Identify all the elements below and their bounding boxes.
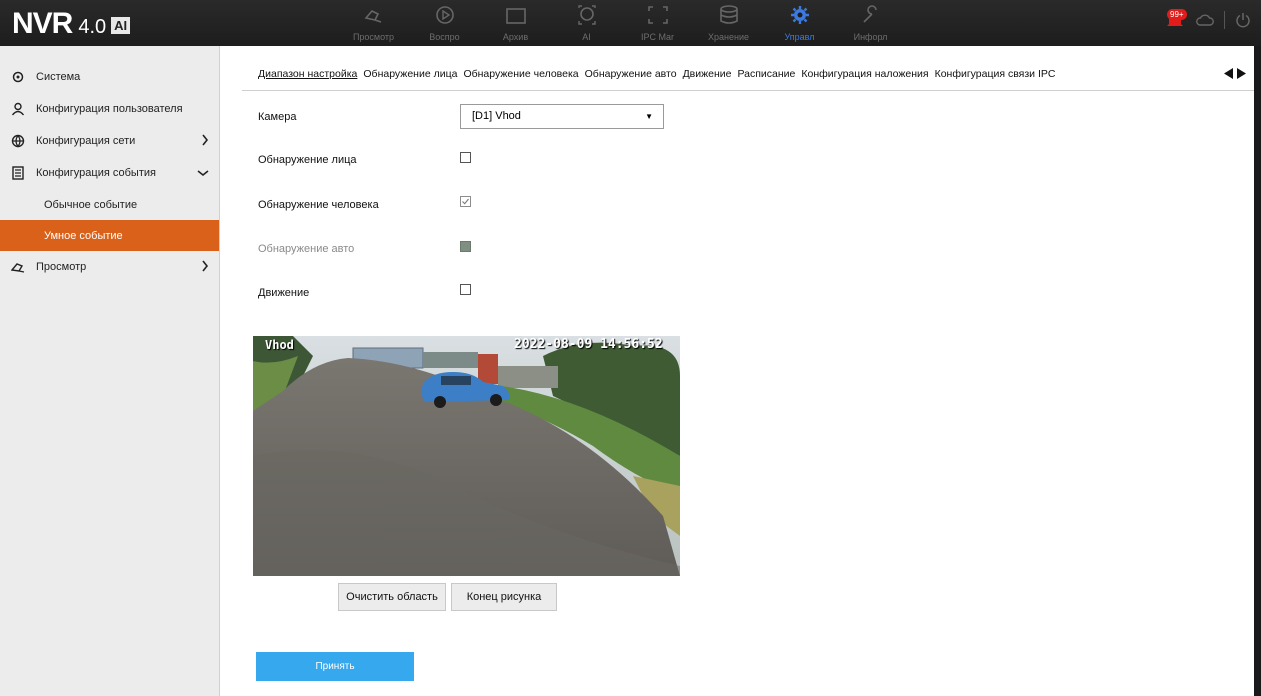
arrow-right-icon[interactable]	[1237, 68, 1246, 79]
camera-select[interactable]: [D1] Vhod ▼	[460, 104, 664, 129]
nav-label: Инфорл	[853, 32, 888, 42]
face-detection-label: Обнаружение лица	[258, 154, 357, 166]
ipc-manage-icon	[647, 6, 668, 24]
sidebar-item-label: Просмотр	[36, 261, 87, 273]
channel-name-osd: Vhod	[265, 338, 294, 352]
gear-icon	[12, 71, 24, 83]
tab-vehicle-detection[interactable]: Обнаружение авто	[585, 68, 677, 80]
camera-icon	[11, 263, 25, 273]
tab-human-detection[interactable]: Обнаружение человека	[463, 68, 578, 80]
tab-schedule[interactable]: Расписание	[737, 68, 795, 80]
arrow-left-icon[interactable]	[1224, 68, 1233, 79]
camera-feed-image	[253, 336, 680, 576]
logo-version: 4.0	[78, 16, 107, 38]
sidebar-item-event-config[interactable]: Конфигурация события	[0, 157, 219, 189]
nav-storage[interactable]: Хранение	[693, 0, 764, 46]
human-detection-checkbox[interactable]	[460, 196, 471, 207]
clear-area-button[interactable]: Очистить область	[338, 583, 446, 611]
chevron-right-icon	[202, 134, 209, 146]
tab-face-detection[interactable]: Обнаружение лица	[363, 68, 457, 80]
checkmark-icon	[462, 198, 469, 205]
nav-manage[interactable]: Управл	[764, 0, 835, 46]
screen-edge	[1254, 46, 1261, 696]
storage-icon	[719, 5, 738, 24]
timestamp-osd: 2022-08-09 14:56:52	[514, 337, 663, 352]
tab-scroll-controls	[1224, 68, 1246, 79]
cloud-icon[interactable]	[1196, 13, 1214, 27]
tab-divider	[242, 90, 1254, 91]
divider	[1224, 11, 1225, 29]
camera-select-value: [D1] Vhod	[472, 110, 521, 122]
gear-icon	[790, 6, 809, 24]
ai-face-icon	[577, 5, 596, 25]
tab-motion[interactable]: Движение	[683, 68, 732, 80]
nav-label: Хранение	[708, 32, 749, 42]
sidebar-item-label: Конфигурация события	[36, 167, 156, 179]
sidebar-subitem-label: Обычное событие	[44, 198, 138, 211]
nav-label: Архив	[502, 32, 529, 42]
nav-info[interactable]: Инфорл	[835, 0, 906, 46]
archive-icon	[505, 8, 526, 24]
nav-ai[interactable]: AI	[551, 0, 622, 46]
nav-playback[interactable]: Воспро	[409, 0, 480, 46]
nav-label: Управл	[784, 32, 815, 42]
nav-archive[interactable]: Архив	[480, 0, 551, 46]
logo-text: NVR	[12, 7, 73, 40]
apply-button[interactable]: Принять	[256, 652, 414, 681]
playback-icon	[435, 6, 454, 24]
face-detection-checkbox[interactable]	[460, 152, 471, 163]
vehicle-detection-checkbox	[460, 241, 471, 252]
tab-overlay-config[interactable]: Конфигурация наложения	[801, 68, 928, 80]
sidebar-item-label: Система	[36, 71, 81, 83]
chevron-right-icon	[202, 260, 209, 272]
user-icon	[11, 102, 25, 116]
nav-ipc-manage[interactable]: IPC Mar	[622, 0, 693, 46]
alarm-count-badge: 99+	[1167, 9, 1187, 20]
sidebar: Система Конфигурация пользователя Конфиг…	[0, 46, 220, 696]
human-detection-label: Обнаружение человека	[258, 199, 379, 211]
main-nav: Просмотр Воспро Архив AI IPC Mar Хранени…	[338, 0, 906, 46]
info-wrench-icon	[862, 5, 877, 23]
camera-label: Камера	[258, 111, 297, 123]
top-bar: NVR 4.0 AI Просмотр Воспро Архив AI IPC …	[0, 0, 1261, 46]
power-icon[interactable]	[1235, 12, 1251, 28]
sidebar-subitem-label: Умное событие	[44, 229, 123, 242]
tab-bar: Диапазон настройка Обнаружение лица Обна…	[258, 68, 1055, 80]
live-view-icon	[364, 10, 381, 23]
tab-ipc-link-config[interactable]: Конфигурация связи IPC	[935, 68, 1056, 80]
sidebar-item-user-config[interactable]: Конфигурация пользователя	[0, 93, 219, 125]
sidebar-item-label: Конфигурация сети	[36, 135, 136, 147]
dropdown-arrow-icon: ▼	[645, 112, 653, 121]
nav-label: Просмотр	[352, 32, 395, 42]
nav-label: IPC Mar	[640, 32, 674, 42]
sidebar-subitem-smart-event[interactable]: Умное событие	[0, 220, 219, 251]
sidebar-item-system[interactable]: Система	[0, 61, 219, 93]
end-drawing-button[interactable]: Конец рисунка	[451, 583, 557, 611]
sidebar-item-label: Конфигурация пользователя	[36, 103, 183, 115]
logo: NVR 4.0 AI	[12, 7, 131, 41]
nav-live-view[interactable]: Просмотр	[338, 0, 409, 46]
top-right-tools: 99+	[1164, 9, 1251, 31]
logo-ai-badge: AI	[111, 17, 131, 34]
alarm-button[interactable]: 99+	[1164, 9, 1187, 31]
camera-preview[interactable]: Vhod 2022-08-09 14:56:52	[253, 336, 680, 576]
tab-range-setting[interactable]: Диапазон настройка	[258, 68, 357, 80]
nav-label: AI	[582, 32, 591, 42]
main-panel: Диапазон настройка Обнаружение лица Обна…	[220, 46, 1254, 696]
chevron-down-icon	[197, 170, 209, 177]
nav-label: Воспро	[429, 32, 460, 42]
sidebar-item-preview[interactable]: Просмотр	[0, 251, 219, 283]
sidebar-item-network-config[interactable]: Конфигурация сети	[0, 125, 219, 157]
vehicle-detection-label: Обнаружение авто	[258, 243, 355, 255]
motion-checkbox[interactable]	[460, 284, 471, 295]
globe-icon	[11, 134, 25, 148]
sidebar-subitem-normal-event[interactable]: Обычное событие	[0, 189, 219, 220]
motion-label: Движение	[258, 287, 310, 299]
document-icon	[12, 166, 24, 180]
